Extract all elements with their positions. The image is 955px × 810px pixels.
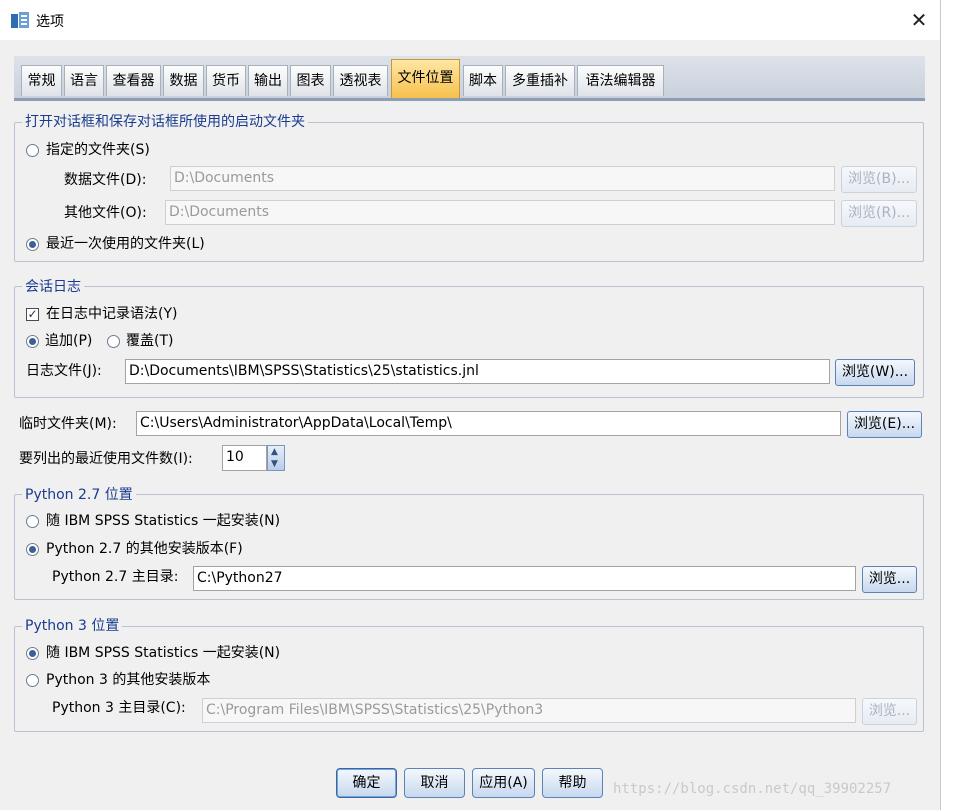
tab-pivot-tables[interactable]: 透视表 bbox=[333, 65, 388, 96]
journal-file-field[interactable]: D:\Documents\IBM\SPSS\Statistics\25\stat… bbox=[125, 359, 830, 384]
apply-button[interactable]: 应用(A) bbox=[472, 768, 535, 798]
watermark-text: https://blog.csdn.net/qq_39902257 bbox=[613, 781, 892, 797]
overwrite-radio[interactable] bbox=[107, 335, 120, 348]
tab-syntax-editor[interactable]: 语法编辑器 bbox=[577, 65, 664, 96]
tab-data[interactable]: 数据 bbox=[163, 65, 204, 96]
temp-folder-label: 临时文件夹(M): bbox=[19, 416, 117, 432]
record-syntax-checkbox[interactable]: ✓ bbox=[26, 308, 39, 321]
append-radio[interactable] bbox=[26, 335, 39, 348]
last-used-folder-label: 最近一次使用的文件夹(L) bbox=[46, 236, 205, 252]
tab-strip-underline bbox=[14, 98, 925, 101]
close-icon[interactable]: ✕ bbox=[904, 6, 934, 34]
python3-other-radio[interactable] bbox=[26, 674, 39, 687]
tab-multiple-imputation[interactable]: 多重插补 bbox=[505, 65, 575, 96]
python3-browse-button[interactable]: 浏览... bbox=[862, 698, 917, 725]
python27-other-radio[interactable] bbox=[26, 543, 39, 556]
data-file-field[interactable]: D:\Documents bbox=[170, 166, 835, 191]
specified-folder-radio[interactable] bbox=[26, 144, 39, 157]
record-syntax-label: 在日志中记录语法(Y) bbox=[46, 306, 178, 322]
python3-legend: Python 3 位置 bbox=[22, 618, 123, 634]
recent-files-stepper[interactable]: ▲ ▼ bbox=[267, 445, 285, 471]
journal-file-label: 日志文件(J): bbox=[26, 363, 102, 379]
tab-language[interactable]: 语言 bbox=[64, 65, 104, 96]
overwrite-label: 覆盖(T) bbox=[126, 333, 174, 349]
tab-currency[interactable]: 货币 bbox=[206, 65, 246, 96]
python27-home-field[interactable]: C:\Python27 bbox=[193, 566, 856, 591]
spss-app-icon bbox=[11, 12, 29, 28]
ok-button[interactable]: 确定 bbox=[336, 768, 397, 798]
stepper-down-icon[interactable]: ▼ bbox=[271, 460, 278, 469]
temp-folder-field[interactable]: C:\Users\Administrator\AppData\Local\Tem… bbox=[136, 411, 841, 436]
append-label: 追加(P) bbox=[45, 333, 93, 349]
data-browse-button[interactable]: 浏览(B)... bbox=[841, 166, 917, 193]
python3-home-label: Python 3 主目录(C): bbox=[52, 700, 186, 716]
tab-file-locations[interactable]: 文件位置 bbox=[391, 59, 460, 98]
journal-browse-button[interactable]: 浏览(W)... bbox=[835, 359, 915, 386]
tab-viewer[interactable]: 查看器 bbox=[106, 65, 161, 96]
startup-folder-legend: 打开对话框和保存对话框所使用的启动文件夹 bbox=[22, 114, 308, 130]
recent-files-input[interactable]: 10 bbox=[222, 445, 267, 471]
last-used-folder-radio[interactable] bbox=[26, 238, 39, 251]
python3-other-label: Python 3 的其他安装版本 bbox=[46, 672, 211, 688]
python3-bundled-label: 随 IBM SPSS Statistics 一起安装(N) bbox=[46, 645, 281, 661]
help-button[interactable]: 帮助 bbox=[542, 768, 603, 798]
other-file-field[interactable]: D:\Documents bbox=[165, 200, 835, 225]
title-bar: 选项 ✕ bbox=[0, 0, 940, 40]
data-file-label: 数据文件(D): bbox=[64, 172, 147, 188]
options-dialog: 选项 ✕ 常规 语言 查看器 数据 货币 输出 图表 透视表 文件位置 脚本 多… bbox=[0, 0, 941, 810]
tab-general[interactable]: 常规 bbox=[21, 65, 62, 96]
session-journal-legend: 会话日志 bbox=[22, 279, 84, 295]
python27-legend: Python 2.7 位置 bbox=[22, 487, 136, 503]
python3-bundled-radio[interactable] bbox=[26, 647, 39, 660]
python27-bundled-radio[interactable] bbox=[26, 515, 39, 528]
python27-browse-button[interactable]: 浏览... bbox=[862, 566, 917, 593]
tab-output[interactable]: 输出 bbox=[248, 65, 288, 96]
specified-folder-label: 指定的文件夹(S) bbox=[46, 142, 150, 158]
python27-other-label: Python 2.7 的其他安装版本(F) bbox=[46, 541, 243, 557]
recent-files-label: 要列出的最近使用文件数(I): bbox=[19, 451, 193, 467]
tab-scripts[interactable]: 脚本 bbox=[463, 65, 503, 96]
python3-home-field[interactable]: C:\Program Files\IBM\SPSS\Statistics\25\… bbox=[202, 698, 856, 723]
other-file-label: 其他文件(O): bbox=[64, 205, 147, 221]
stepper-up-icon[interactable]: ▲ bbox=[271, 448, 278, 457]
cancel-button[interactable]: 取消 bbox=[404, 768, 465, 798]
temp-browse-button[interactable]: 浏览(E)... bbox=[847, 411, 922, 438]
other-browse-button[interactable]: 浏览(R)... bbox=[841, 200, 917, 227]
window-title: 选项 bbox=[36, 14, 64, 30]
python27-bundled-label: 随 IBM SPSS Statistics 一起安装(N) bbox=[46, 513, 281, 529]
tab-charts[interactable]: 图表 bbox=[290, 65, 331, 96]
python27-home-label: Python 2.7 主目录: bbox=[52, 569, 179, 585]
